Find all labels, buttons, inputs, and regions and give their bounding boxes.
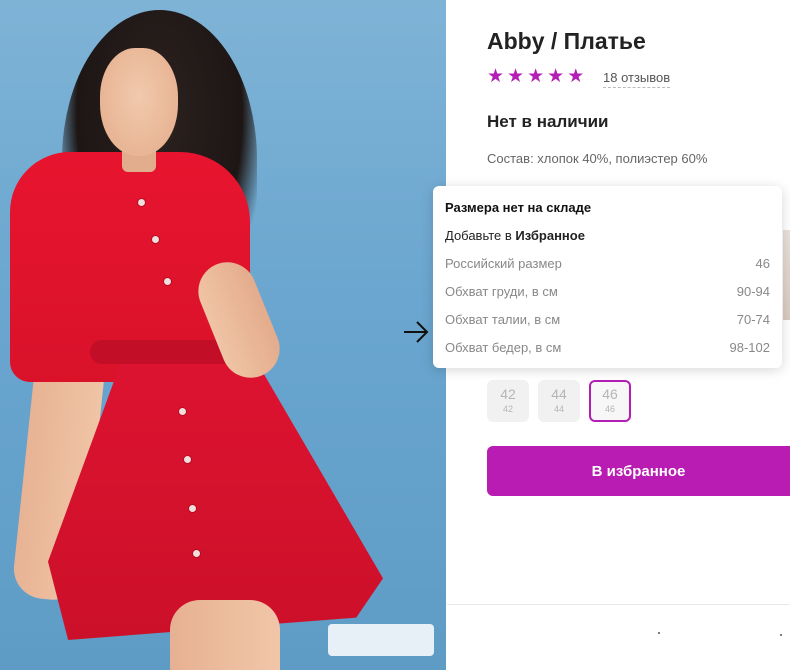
tooltip-add-to-favorites-hint: Добавьте в Избранное: [445, 228, 770, 256]
photo-legs: [170, 600, 280, 670]
reviews-link[interactable]: 18 отзывов: [603, 70, 671, 88]
size-selector: 42 42 44 44 46 46: [487, 380, 631, 422]
row-value: 70-74: [736, 312, 770, 327]
size-sublabel: 42: [502, 404, 513, 414]
star-icon: ★: [547, 66, 565, 87]
decorative-dot: [658, 632, 660, 634]
size-option-46[interactable]: 46 46: [589, 380, 631, 422]
product-title: Abby / Платье: [487, 28, 646, 54]
size-sublabel: 46: [604, 404, 615, 414]
tooltip-row-russian-size: Российский размер 46: [445, 256, 770, 284]
tooltip-row-hips: Обхват бедер, в см 98-102: [445, 340, 770, 368]
tooltip-title: Размера нет на складе: [445, 200, 592, 215]
watermark-patch: [328, 624, 434, 656]
dress-button-dot: [193, 550, 200, 557]
size-label: 46: [602, 386, 618, 402]
row-value: 90-94: [736, 284, 770, 299]
row-label: Обхват бедер, в см: [445, 340, 562, 355]
stock-status: Нет в наличии: [487, 112, 609, 131]
dress-button-dot: [138, 199, 145, 206]
size-option-44[interactable]: 44 44: [538, 380, 580, 422]
rating-stars: ★ ★ ★ ★ ★: [487, 67, 584, 87]
product-photo[interactable]: [0, 0, 446, 670]
arrow-right-icon: [404, 321, 429, 343]
row-label: Обхват талии, в см: [445, 312, 561, 327]
tooltip-hint-text: Добавьте в: [445, 228, 516, 243]
star-icon: ★: [507, 66, 525, 87]
size-label: 44: [551, 386, 567, 402]
dress-button-dot: [179, 408, 186, 415]
next-image-thumbnail[interactable]: [783, 230, 790, 320]
star-icon: ★: [567, 66, 585, 87]
divider: [447, 604, 790, 605]
row-value: 98-102: [729, 340, 770, 355]
row-label: Российский размер: [445, 256, 562, 271]
tooltip-row-chest: Обхват груди, в см 90-94: [445, 284, 770, 312]
product-composition: Состав: хлопок 40%, полиэстер 60%: [487, 151, 708, 166]
size-info-tooltip: Размера нет на складе Добавьте в Избранн…: [433, 186, 782, 368]
row-label: Обхват груди, в см: [445, 284, 558, 299]
dress-button-dot: [152, 236, 159, 243]
star-icon: ★: [487, 66, 505, 87]
decorative-dot: [780, 634, 782, 636]
size-label: 42: [500, 386, 516, 402]
dress-button-dot: [164, 278, 171, 285]
dress-button-dot: [184, 456, 191, 463]
size-option-42[interactable]: 42 42: [487, 380, 529, 422]
tooltip-row-waist: Обхват талии, в см 70-74: [445, 312, 770, 340]
add-to-favorites-button[interactable]: В избранное: [487, 446, 790, 496]
dress-button-dot: [189, 505, 196, 512]
tooltip-hint-bold: Избранное: [515, 228, 585, 243]
photo-face: [100, 48, 178, 156]
star-icon: ★: [527, 66, 545, 87]
size-sublabel: 44: [553, 404, 564, 414]
row-value: 46: [755, 256, 770, 271]
